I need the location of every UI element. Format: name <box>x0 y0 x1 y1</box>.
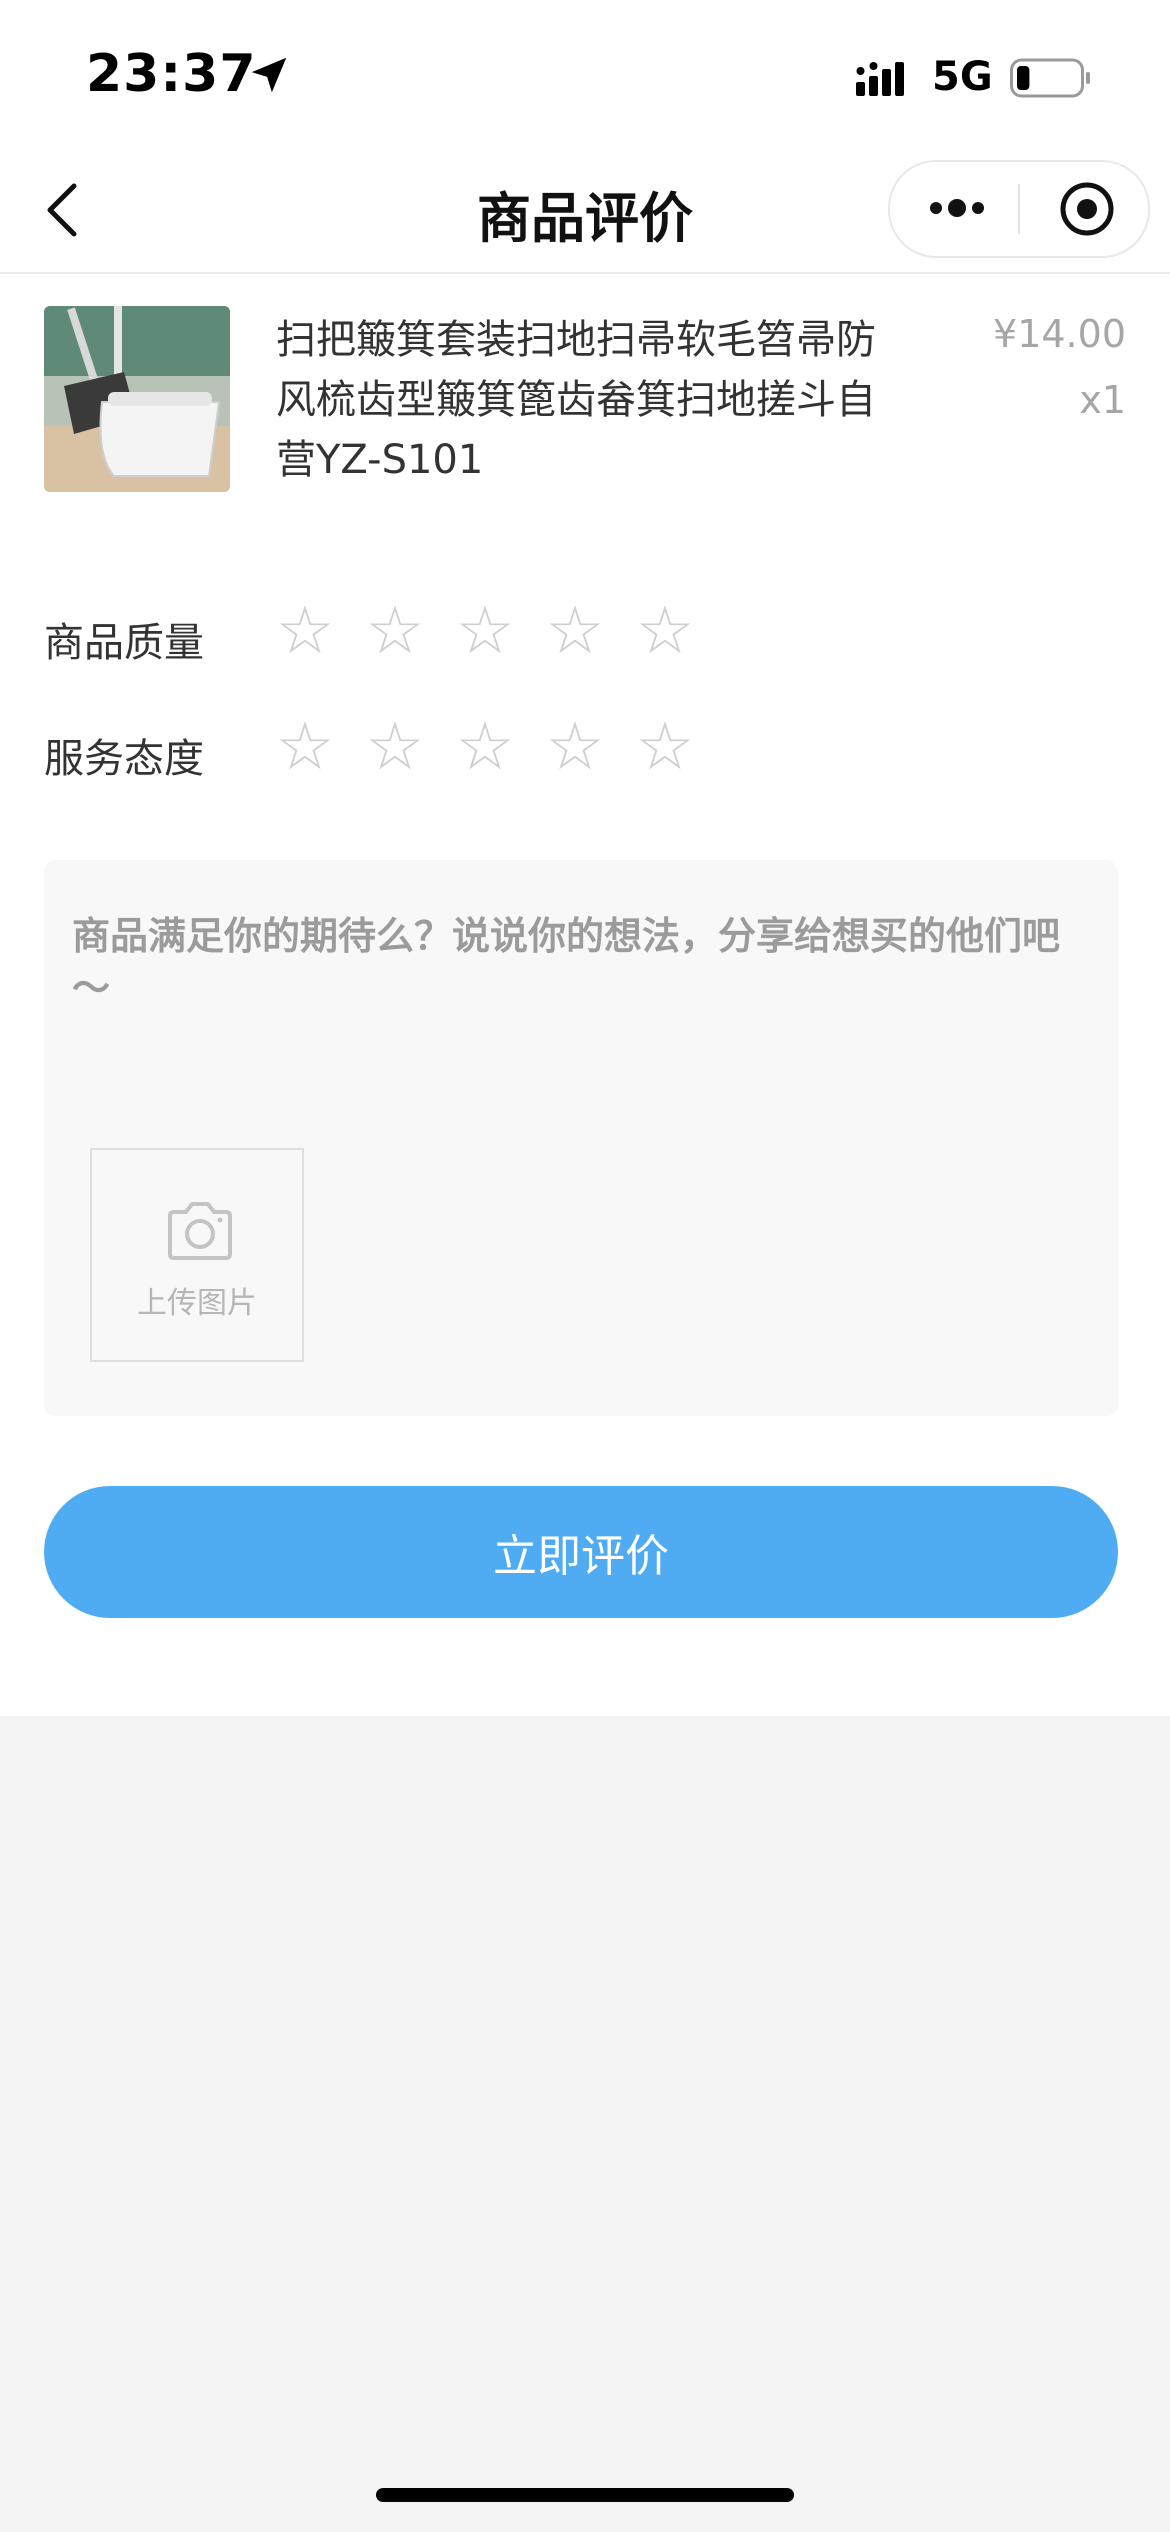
close-target-icon[interactable] <box>1058 180 1116 238</box>
review-textarea[interactable] <box>72 910 1082 1030</box>
product-name: 扫把簸箕套装扫地扫帚软毛笤帚防风梳齿型簸箕篦齿畚箕扫地搓斗自营YZ-S101 <box>276 317 876 483</box>
star-icon[interactable]: ☆ <box>360 596 430 666</box>
star-icon[interactable]: ☆ <box>450 712 520 782</box>
star-icon[interactable]: ☆ <box>270 596 340 666</box>
capsule-divider <box>1018 184 1020 234</box>
battery-icon <box>1010 58 1090 98</box>
rating-row-quality: 商品质量 ☆ ☆ ☆ ☆ ☆ <box>44 596 844 676</box>
cellular-signal-icon <box>856 62 904 96</box>
product-image <box>44 306 230 492</box>
navigation-bar: 商品评价 <box>0 150 1170 274</box>
upload-label: 上传图片 <box>137 1286 257 1321</box>
miniprogram-capsule <box>888 160 1150 258</box>
rating-label-service: 服务态度 <box>44 736 204 782</box>
star-icon[interactable]: ☆ <box>450 596 520 666</box>
star-icon[interactable]: ☆ <box>630 712 700 782</box>
more-dots-icon[interactable] <box>926 188 988 228</box>
product-price: ¥14.00 <box>993 312 1126 356</box>
submit-review-button[interactable]: 立即评价 <box>44 1486 1118 1618</box>
status-bar: 23:37 5G <box>0 0 1170 150</box>
rating-row-service: 服务态度 ☆ ☆ ☆ ☆ ☆ <box>44 712 844 792</box>
network-type: 5G <box>932 54 993 100</box>
star-icon[interactable]: ☆ <box>270 712 340 782</box>
review-box: 上传图片 <box>44 860 1118 1416</box>
star-icon[interactable]: ☆ <box>360 712 430 782</box>
star-icon[interactable]: ☆ <box>540 712 610 782</box>
star-icon[interactable]: ☆ <box>540 596 610 666</box>
camera-icon <box>168 1202 232 1260</box>
upload-image-button[interactable]: 上传图片 <box>90 1148 304 1362</box>
home-indicator <box>376 2488 794 2502</box>
product-quantity: x1 <box>1079 378 1126 422</box>
star-icon[interactable]: ☆ <box>630 596 700 666</box>
location-arrow-icon <box>251 57 287 93</box>
status-time: 23:37 <box>86 44 257 104</box>
product-card: 扫把簸箕套装扫地扫帚软毛笤帚防风梳齿型簸箕篦齿畚箕扫地搓斗自营YZ-S101 ¥… <box>44 306 1126 496</box>
rating-label-quality: 商品质量 <box>44 620 204 666</box>
